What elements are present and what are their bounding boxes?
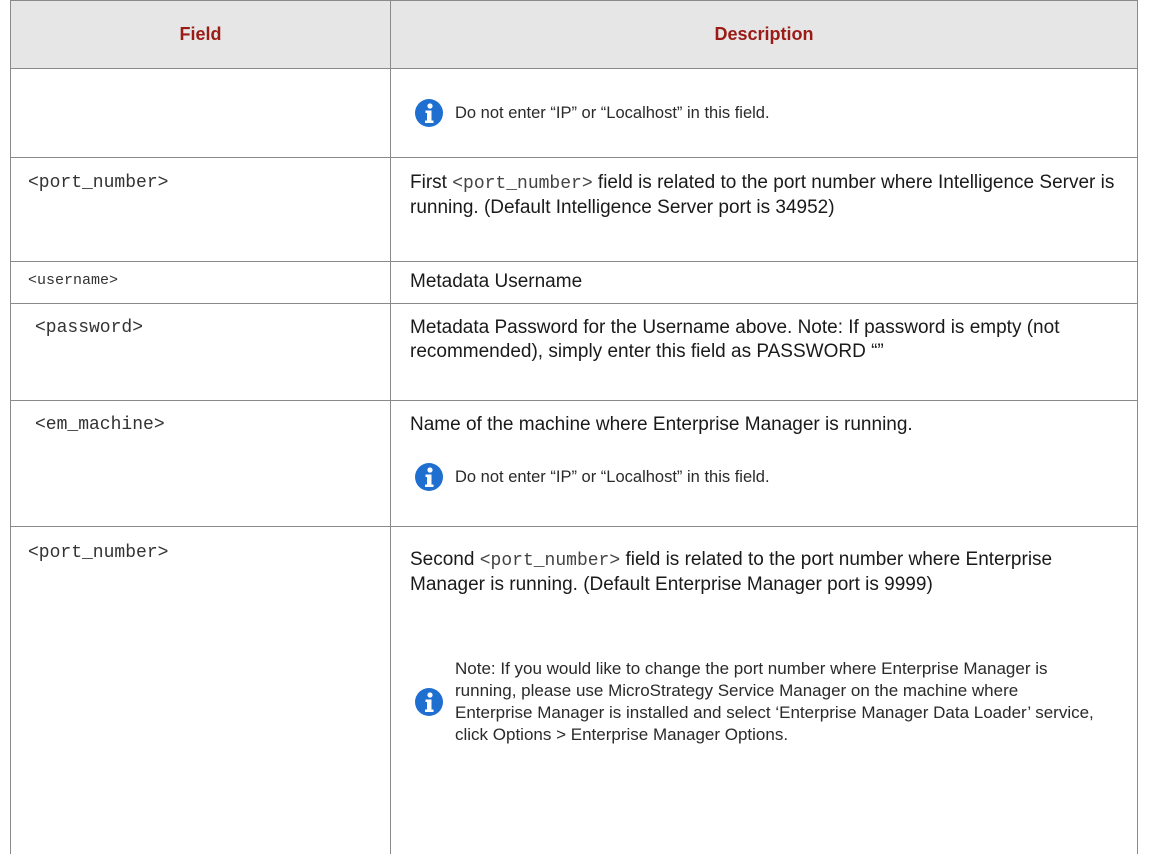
field-name: <em_machine> (35, 415, 165, 435)
description-text: First <port_number> field is related to … (410, 172, 1115, 218)
field-cell: <port_number> (10, 526, 390, 854)
field-cell: <port_number> (10, 157, 390, 261)
table-row: <username> Metadata Username (10, 261, 1138, 304)
field-cell (10, 69, 390, 157)
description-cell: Metadata Password for the Username above… (390, 303, 1138, 400)
info-note: Do not enter “IP” or “Localhost” in this… (415, 99, 1119, 127)
table-row: Do not enter “IP” or “Localhost” in this… (10, 69, 1138, 158)
description-text: Metadata Username (410, 271, 583, 292)
field-name: <port_number> (28, 543, 169, 563)
field-name: <port_number> (28, 173, 169, 193)
description-cell: Metadata Username (390, 261, 1138, 303)
description-cell: First <port_number> field is related to … (390, 157, 1138, 261)
description-cell: Name of the machine where Enterprise Man… (390, 400, 1138, 526)
note-text: Do not enter “IP” or “Localhost” in this… (455, 103, 770, 122)
header-field-label: Field (179, 24, 222, 44)
note-text: Note: If you would like to change the po… (455, 659, 1094, 744)
table-row: <em_machine> Name of the machine where E… (10, 400, 1138, 527)
table-header: Field Description (10, 0, 1138, 69)
note-text: Do not enter “IP” or “Localhost” in this… (455, 467, 770, 486)
info-note: Do not enter “IP” or “Localhost” in this… (415, 463, 1119, 491)
description-cell: Second <port_number> field is related to… (390, 526, 1138, 854)
description-text: Name of the machine where Enterprise Man… (410, 414, 913, 435)
header-field-cell: Field (10, 1, 390, 68)
info-icon (415, 463, 443, 491)
table-row: <port_number> First <port_number> field … (10, 157, 1138, 262)
field-cell: <password> (10, 303, 390, 400)
fields-table: Field Description Do not enter “IP” or “… (10, 0, 1152, 854)
table-row: <port_number> Second <port_number> field… (10, 526, 1138, 854)
info-note: Note: If you would like to change the po… (415, 658, 1097, 746)
field-name: <password> (35, 318, 144, 338)
description-text: Metadata Password for the Username above… (410, 317, 1060, 362)
description-text: Second <port_number> field is related to… (410, 549, 1053, 595)
table-row: <password> Metadata Password for the Use… (10, 303, 1138, 401)
header-description-cell: Description (390, 1, 1138, 68)
header-description-label: Description (714, 24, 814, 44)
field-name: <username> (28, 272, 119, 289)
description-cell: Do not enter “IP” or “Localhost” in this… (390, 69, 1138, 157)
field-cell: <username> (10, 261, 390, 303)
field-cell: <em_machine> (10, 400, 390, 526)
info-icon (415, 688, 443, 716)
info-icon (415, 99, 443, 127)
